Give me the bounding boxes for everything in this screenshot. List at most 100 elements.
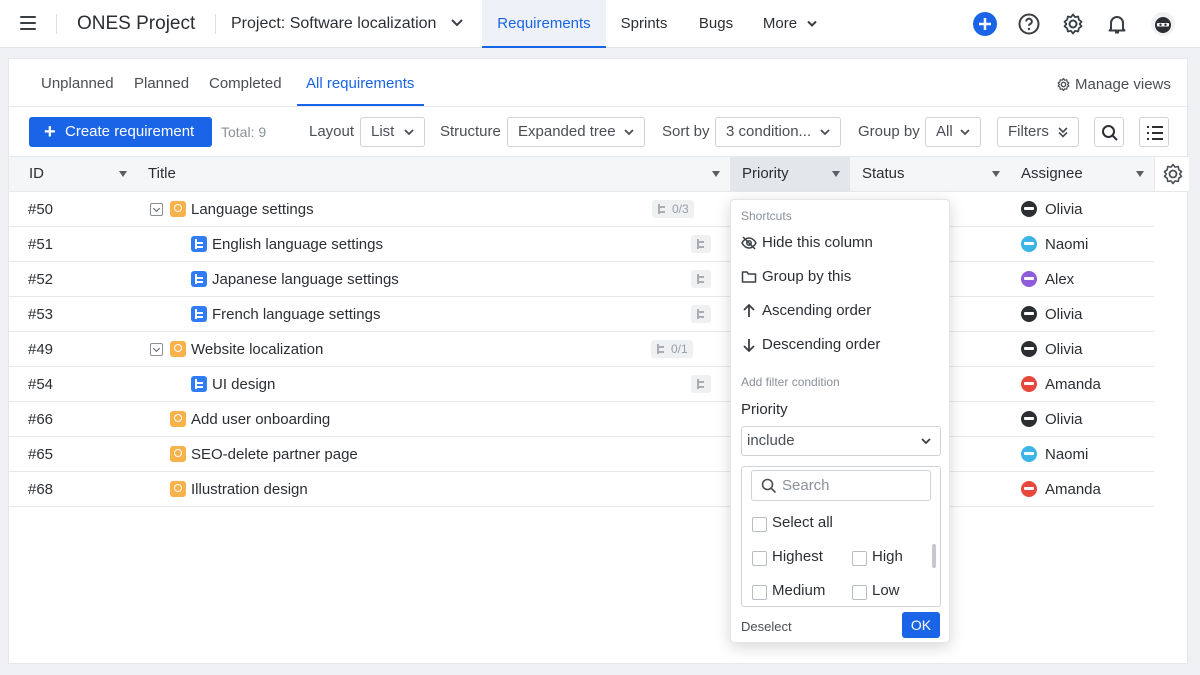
arrow-up-icon (743, 303, 755, 317)
row-assignee: Amanda (1045, 481, 1101, 498)
search-button[interactable] (1094, 117, 1124, 147)
create-requirement-button[interactable]: + Create requirement (29, 117, 212, 147)
subtab-completed[interactable]: Completed (209, 75, 282, 92)
assignee-avatar (1021, 446, 1037, 462)
option-medium-checkbox[interactable]: Medium (752, 582, 825, 600)
nav-tab-more[interactable]: More (760, 0, 800, 48)
row-assignee: Naomi (1045, 446, 1089, 463)
add-icon[interactable] (973, 12, 997, 36)
column-header-status[interactable]: Status (850, 157, 1010, 191)
table-row[interactable]: #66 Add user onboarding Olivia (9, 402, 1154, 437)
requirement-icon (170, 341, 186, 357)
row-title[interactable]: Japanese language settings (212, 271, 399, 288)
settings-icon[interactable] (1061, 12, 1085, 36)
option-low-checkbox[interactable]: Low (852, 582, 900, 600)
table-row[interactable]: #49 Website localization 0/1 Olivia (9, 332, 1154, 367)
option-highest-checkbox[interactable]: Highest (752, 548, 823, 566)
table-row[interactable]: #51 English language settings Naomi (9, 227, 1154, 262)
group-select[interactable]: All (925, 117, 981, 147)
select-all-checkbox[interactable]: Select all (752, 514, 833, 532)
subtask-tree-icon[interactable] (691, 270, 711, 288)
table-row[interactable]: #68 Illustration design Amanda (9, 472, 1154, 507)
subtab-planned[interactable]: Planned (134, 75, 189, 92)
column-header-id[interactable]: ID (17, 157, 137, 191)
ascending-option[interactable]: Ascending order (741, 298, 941, 324)
subtask-icon (191, 306, 207, 322)
column-header-title[interactable]: Title (136, 157, 730, 191)
column-settings-button[interactable] (1154, 156, 1189, 192)
subtab-all-requirements[interactable]: All requirements (306, 75, 414, 92)
collapse-toggle-icon[interactable] (150, 343, 163, 356)
requirement-icon (170, 481, 186, 497)
column-priority-label: Priority (742, 165, 789, 182)
row-assignee: Naomi (1045, 236, 1089, 253)
row-assignee: Olivia (1045, 341, 1083, 358)
bell-icon[interactable] (1105, 12, 1129, 36)
nav-tab-sprints[interactable]: Sprints (612, 0, 676, 48)
deselect-link[interactable]: Deselect (741, 619, 792, 634)
row-title[interactable]: Illustration design (191, 481, 308, 498)
subtab-unplanned[interactable]: Unplanned (41, 75, 114, 92)
hide-column-option[interactable]: Hide this column (741, 230, 941, 256)
row-assignee: Olivia (1045, 306, 1083, 323)
manage-views-button[interactable]: Manage views (1056, 76, 1171, 93)
ok-button[interactable]: OK (902, 612, 940, 638)
group-by-option[interactable]: Group by this (741, 264, 941, 290)
subtask-count-badge[interactable]: 0/3 (652, 200, 694, 218)
descending-option[interactable]: Descending order (741, 332, 941, 358)
table-row[interactable]: #53 French language settings Olivia (9, 297, 1154, 332)
search-placeholder: Search (782, 477, 830, 494)
row-title[interactable]: English language settings (212, 236, 383, 253)
row-title[interactable]: French language settings (212, 306, 380, 323)
scrollbar-thumb[interactable] (932, 544, 936, 568)
divider (9, 106, 1189, 107)
filter-operator-select[interactable]: include (741, 426, 941, 456)
sort-select[interactable]: 3 condition... (715, 117, 841, 147)
assignee-avatar (1021, 376, 1037, 392)
create-requirement-label: Create requirement (65, 123, 195, 140)
caret-down-icon (1136, 171, 1144, 177)
subtask-count-badge[interactable]: 0/1 (651, 340, 693, 358)
table-row[interactable]: #50 Language settings 0/3 Olivia (9, 192, 1154, 227)
column-header-assignee[interactable]: Assignee (1009, 157, 1154, 191)
structure-select[interactable]: Expanded tree (507, 117, 645, 147)
assignee-avatar (1021, 481, 1037, 497)
gear-icon (1163, 163, 1183, 185)
chevron-down-icon (404, 129, 414, 136)
list-view-button[interactable] (1139, 117, 1169, 147)
row-title[interactable]: Language settings (191, 201, 314, 218)
filter-options-list: Search Select all Highest High Medium Lo… (741, 466, 941, 607)
shortcuts-heading: Shortcuts (741, 209, 792, 223)
nav-tab-bugs[interactable]: Bugs (690, 0, 742, 48)
filters-label: Filters (1008, 123, 1049, 140)
subtask-tree-icon[interactable] (691, 235, 711, 253)
user-avatar[interactable] (1151, 12, 1175, 36)
table-row[interactable]: #65 SEO-delete partner page Naomi (9, 437, 1154, 472)
filters-button[interactable]: Filters (997, 117, 1079, 147)
option-search-input[interactable]: Search (751, 470, 931, 501)
subtask-tree-icon[interactable] (691, 375, 711, 393)
row-id: #51 (28, 236, 54, 253)
assignee-avatar (1021, 341, 1037, 357)
column-title-label: Title (148, 165, 176, 182)
structure-value: Expanded tree (518, 123, 616, 140)
row-title[interactable]: UI design (212, 376, 275, 393)
row-title[interactable]: Add user onboarding (191, 411, 330, 428)
row-id: #66 (28, 411, 54, 428)
chevron-down-icon[interactable] (806, 18, 818, 30)
subtask-icon (191, 376, 207, 392)
layout-select[interactable]: List (360, 117, 425, 147)
table-row[interactable]: #52 Japanese language settings Alex (9, 262, 1154, 297)
collapse-toggle-icon[interactable] (150, 203, 163, 216)
option-high-checkbox[interactable]: High (852, 548, 903, 566)
table-row[interactable]: #54 UI design Amanda (9, 367, 1154, 402)
column-header-priority[interactable]: Priority (730, 157, 850, 191)
row-title[interactable]: SEO-delete partner page (191, 446, 358, 463)
menu-icon[interactable] (20, 16, 36, 30)
help-icon[interactable] (1017, 12, 1041, 36)
row-title[interactable]: Website localization (191, 341, 323, 358)
subtask-tree-icon[interactable] (691, 305, 711, 323)
project-selector[interactable]: Project: Software localization (231, 15, 436, 33)
nav-tab-requirements[interactable]: Requirements (482, 0, 606, 48)
chevron-down-icon[interactable] (450, 16, 464, 30)
